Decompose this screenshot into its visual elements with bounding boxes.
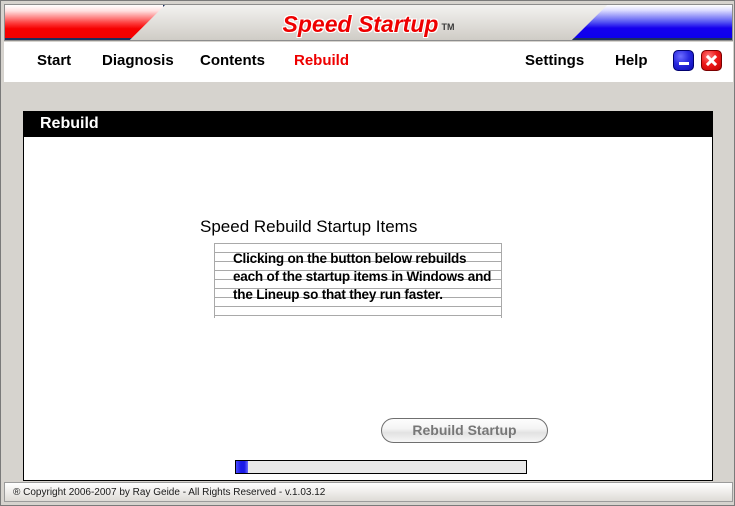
minimize-button[interactable] — [673, 50, 694, 71]
panel-title: Rebuild — [40, 115, 99, 132]
navigation-bar: Start Diagnosis Contents Rebuild Setting… — [4, 42, 733, 82]
nav-item-settings[interactable]: Settings — [525, 52, 584, 69]
app-title: Speed Startup TM — [5, 11, 732, 38]
application-window: Speed Startup TM Start Diagnosis Contents… — [0, 0, 735, 506]
progress-bar — [235, 460, 527, 474]
rebuild-startup-button[interactable]: Rebuild Startup — [381, 418, 548, 443]
nav-item-rebuild[interactable]: Rebuild — [294, 52, 349, 69]
copyright-text: ® Copyright 2006-2007 by Ray Geide - All… — [13, 487, 326, 498]
trademark-symbol: TM — [441, 22, 455, 32]
nav-item-help[interactable]: Help — [615, 52, 648, 69]
panel-header-bar: Rebuild — [24, 112, 712, 137]
nav-item-contents[interactable]: Contents — [200, 52, 265, 69]
nav-item-diagnosis[interactable]: Diagnosis — [102, 52, 174, 69]
description-text: Clicking on the button below rebuilds ea… — [233, 251, 492, 302]
nav-item-start[interactable]: Start — [37, 52, 71, 69]
status-bar: ® Copyright 2006-2007 by Ray Geide - All… — [4, 482, 733, 502]
app-title-text: Speed Startup — [282, 11, 439, 37]
close-button[interactable] — [701, 50, 722, 71]
section-heading: Speed Rebuild Startup Items — [200, 217, 418, 236]
description-note-box: Clicking on the button below rebuilds ea… — [214, 243, 502, 318]
content-panel: Rebuild Speed Rebuild Startup Items Clic… — [23, 111, 713, 481]
title-bar: Speed Startup TM — [4, 4, 733, 41]
progress-bar-fill — [236, 461, 248, 473]
